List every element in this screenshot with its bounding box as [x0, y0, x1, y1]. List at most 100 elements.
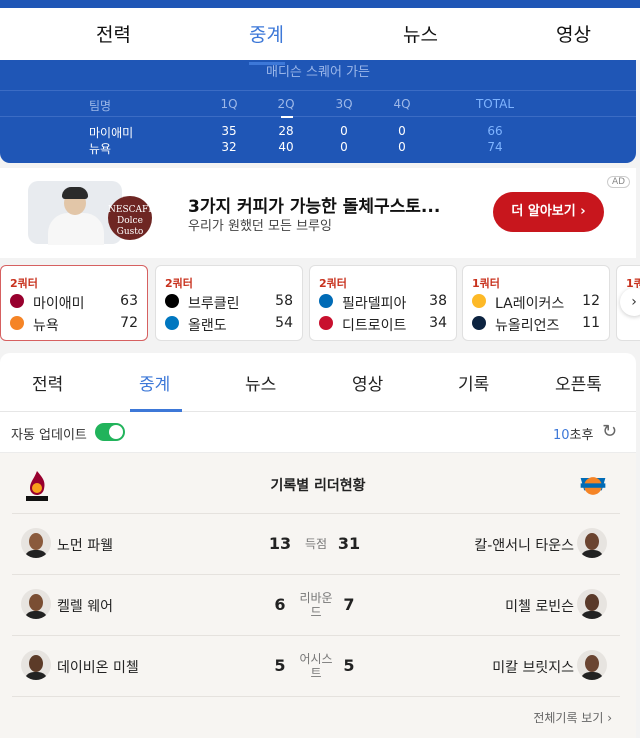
stat-label: 어시스 트 — [299, 652, 333, 680]
row2-q2: 40 — [278, 140, 294, 154]
team-name: 디트로이트 — [342, 318, 407, 334]
team-score: 12 — [582, 293, 600, 309]
right-player-name[interactable]: 칼-앤서니 타운스 — [474, 535, 574, 555]
left-player-name[interactable]: 노먼 파웰 — [57, 535, 113, 555]
team-score: 72 — [120, 315, 138, 331]
game-card[interactable]: 1쿼터 LA레이커스 12 뉴올리언즈 11 — [462, 265, 610, 341]
top-tab-broadcast[interactable]: 중계 — [249, 20, 284, 47]
team-name: LA레이커스 — [495, 296, 565, 312]
game-card[interactable]: 2쿼터 마이애미 63 뉴욕 72 — [0, 265, 148, 341]
game-quarter: 1쿼터 — [472, 277, 500, 290]
row1-q4: 0 — [398, 124, 406, 138]
ad-banner[interactable]: NESCAFÉ Dolce Gusto 3가지 커피가 가능한 돌체구스토...… — [0, 168, 636, 258]
team-score: 63 — [120, 293, 138, 309]
row1-team: 마이애미 — [89, 126, 134, 140]
avatar — [577, 528, 607, 558]
team-score: 58 — [275, 293, 293, 309]
right-player-name[interactable]: 미첼 로빈슨 — [505, 596, 574, 616]
game-quarter: 2쿼터 — [165, 277, 193, 290]
heat-logo-icon — [10, 294, 24, 308]
nets-logo-icon — [165, 294, 179, 308]
game-carousel: 2쿼터 마이애미 63 뉴욕 72 2쿼터 브루클린 58 올랜도 54 2쿼터 필라델… — [0, 265, 640, 341]
team-name: 필라델피아 — [342, 296, 407, 312]
row2-q4: 0 — [398, 140, 406, 154]
left-player-name[interactable]: 데이비온 미첼 — [57, 657, 139, 677]
pistons-logo-icon — [319, 316, 333, 330]
row2-total: 74 — [487, 140, 503, 154]
venue-name: 매디슨 스퀘어 가든 — [266, 65, 370, 80]
knicks-logo-icon — [10, 316, 24, 330]
game-quarter: 2쿼터 — [10, 277, 38, 290]
right-stat-value: 31 — [337, 534, 361, 553]
tab-lineup[interactable]: 전력 — [32, 370, 63, 395]
leader-row-rebounds: 켈렐 웨어 6 리바운 드 7 미첼 로빈슨 — [12, 575, 620, 635]
dolce-gusto-logo: NESCAFÉ Dolce Gusto — [108, 196, 155, 240]
tab-records[interactable]: 기록 — [458, 370, 489, 395]
right-player-name[interactable]: 미칼 브릿지스 — [492, 657, 574, 677]
divider — [0, 116, 636, 117]
row2-q1: 32 — [221, 140, 237, 154]
top-tab-video[interactable]: 영상 — [556, 20, 591, 47]
header-team: 팀명 — [89, 99, 112, 113]
ad-title: 3가지 커피가 가능한 돌체구스토... — [188, 197, 441, 217]
scoreboard: 매디슨 스퀘어 가든 팀명 1Q 2Q 3Q 4Q TOTAL 마이애미 35 … — [0, 60, 636, 163]
top-tab-news[interactable]: 뉴스 — [403, 20, 438, 47]
view-all-records-link[interactable]: 전체기록 보기 › — [533, 709, 612, 726]
top-tab-lineup[interactable]: 전력 — [96, 20, 131, 47]
game-card[interactable]: 2쿼터 필라델피아 38 디트로이트 34 — [309, 265, 457, 341]
left-stat-value: 6 — [274, 595, 286, 614]
team-name: 뉴욕 — [33, 318, 59, 334]
tab-open-talk[interactable]: 오픈톡 — [555, 370, 602, 395]
team-score: 54 — [275, 315, 293, 331]
top-tab-active-indicator — [249, 62, 285, 65]
leaders-section: 기록별 리더현황 노먼 파웰 13 득점 31 칼-앤서니 타운스 켈렐 웨어 … — [0, 453, 636, 738]
header-q4: 4Q — [393, 97, 411, 111]
tab-news[interactable]: 뉴스 — [245, 370, 276, 395]
game-quarter: 2쿼터 — [319, 277, 347, 290]
auto-update-label: 자동 업데이트 — [11, 428, 87, 443]
countdown-suffix: 초후 — [569, 428, 594, 443]
chevron-right-icon[interactable]: › — [620, 288, 640, 316]
row1-total: 66 — [487, 124, 503, 138]
tab-video[interactable]: 영상 — [352, 370, 383, 395]
countdown-seconds: 10 — [553, 428, 570, 443]
avatar — [21, 589, 51, 619]
top-tab-bar: 전력 중계 뉴스 영상 — [0, 0, 640, 65]
header-q3: 3Q — [335, 97, 353, 111]
right-stat-value: 7 — [343, 595, 355, 614]
game-card[interactable]: 2쿼터 브루클린 58 올랜도 54 — [155, 265, 303, 341]
left-player-name[interactable]: 켈렐 웨어 — [57, 596, 113, 616]
team-name: 브루클린 — [188, 296, 240, 312]
stat-label: 득점 — [304, 537, 328, 551]
team-name: 마이애미 — [33, 296, 85, 312]
row1-q3: 0 — [340, 124, 348, 138]
left-stat-value: 5 — [274, 656, 286, 675]
team-name: 올랜도 — [188, 318, 227, 334]
avatar — [577, 650, 607, 680]
row2-q3: 0 — [340, 140, 348, 154]
ad-badge: AD — [607, 176, 631, 188]
ad-cta-button[interactable]: 더 알아보기 › — [493, 192, 604, 232]
leader-row-assists: 데이비온 미첼 5 어시스 트 5 미칼 브릿지스 — [12, 636, 620, 696]
auto-update-bar: 자동 업데이트 10초후 ↻ — [0, 412, 636, 453]
team-score: 34 — [429, 315, 447, 331]
lakers-logo-icon — [472, 294, 486, 308]
current-quarter-indicator — [281, 116, 293, 118]
header-q1: 1Q — [220, 97, 238, 111]
refresh-icon[interactable]: ↻ — [602, 421, 617, 442]
divider — [0, 90, 636, 91]
pelicans-logo-icon — [472, 316, 486, 330]
auto-update-toggle[interactable] — [95, 423, 125, 441]
main-tab-bar: 전력 중계 뉴스 영상 기록 오픈톡 — [0, 353, 636, 412]
76ers-logo-icon — [319, 294, 333, 308]
row1-q1: 35 — [221, 124, 237, 138]
row2-team: 뉴욕 — [89, 142, 112, 156]
leader-row-points: 노먼 파웰 13 득점 31 칼-앤서니 타운스 — [12, 514, 620, 574]
team-score: 38 — [429, 293, 447, 309]
header-q2: 2Q — [277, 97, 295, 111]
left-stat-value: 13 — [268, 534, 292, 553]
team-score: 11 — [582, 315, 600, 331]
row1-q2: 28 — [278, 124, 294, 138]
stat-label: 리바운 드 — [299, 591, 333, 619]
tab-broadcast[interactable]: 중계 — [139, 370, 170, 395]
